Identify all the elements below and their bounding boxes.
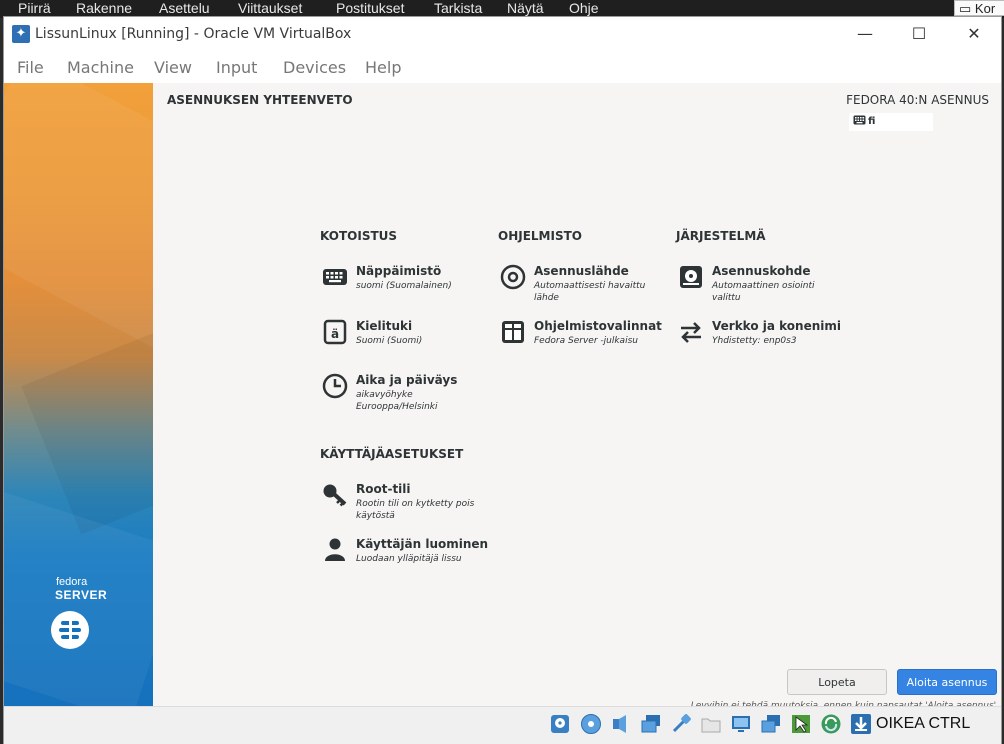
spoke-source-name: Asennuslähde [534,264,629,278]
section-localization: KOTOISTUS [320,229,398,243]
download-icon[interactable] [850,713,872,735]
spoke-user-name: Käyttäjän luominen [356,537,489,551]
menu-file[interactable]: File [17,58,44,77]
section-software: OHJELMISTO [498,229,582,243]
spoke-network-status: Yhdistetty: enp0s3 [712,336,797,346]
product-title: FEDORA 40:N ASENNUS [846,93,989,107]
comment-icon: ▭ [959,1,972,16]
ribbon-tab-asettelu[interactable]: Asettelu [159,0,210,17]
menu-machine[interactable]: Machine [67,58,134,77]
ribbon-tab-rakenne[interactable]: Rakenne [76,0,132,17]
network-arrows-icon [678,319,704,345]
spoke-user-creation[interactable]: Käyttäjän luominen Luodaan ylläpitäjä li… [322,537,492,577]
spoke-destination-name: Asennuskohde [712,264,811,278]
window-titlebar[interactable]: ✦ LissunLinux [Running] - Oracle VM Virt… [4,17,1001,51]
display-icon[interactable] [730,713,752,735]
ribbon-tab-piirra[interactable]: Piirrä [18,0,51,17]
spoke-time-status: aikavyöhyke Eurooppa/Helsinki [356,390,438,412]
spoke-software-name: Ohjelmistovalinnat [534,319,662,333]
spoke-keyboard-status: suomi (Suomalainen) [356,281,452,291]
shared-folders-icon[interactable] [700,713,722,735]
optical-drive-icon[interactable] [580,713,602,735]
keyboard-layout-indicator[interactable]: fi [849,113,933,131]
installer-sidebar: fedora SERVER [4,83,153,706]
window-title: LissunLinux [Running] - Oracle VM Virtua… [35,26,352,42]
virtualbox-window: ✦ LissunLinux [Running] - Oracle VM Virt… [3,16,1002,744]
brand-fedora: fedora [56,576,88,588]
language-icon: ä [322,319,348,345]
package-icon [500,319,526,345]
guest-display[interactable]: fedora SERVER ASENNUKSEN YHTEENVETO FEDO… [4,83,1001,711]
ribbon-tab-postitukset[interactable]: Postitukset [336,0,404,17]
host-key-label: OIKEA CTRL [876,715,971,732]
close-button[interactable]: ✕ [947,17,1001,51]
spoke-user-status: Luodaan ylläpitäjä lissu [356,554,462,564]
disc-icon [500,264,526,290]
keyboard-layout-label: fi [868,116,876,127]
ribbon-tab-nayta[interactable]: Näytä [507,0,544,17]
user-icon [322,537,348,563]
spoke-installation-source[interactable]: Asennuslähde Automaattisesti havaittu lä… [500,264,670,304]
spoke-software-status: Fedora Server -julkaisu [534,336,638,346]
harddisk-icon[interactable] [549,713,571,735]
page-title: ASENNUKSEN YHTEENVETO [167,93,353,107]
spoke-language-name: Kielituki [356,319,413,333]
menu-help[interactable]: Help [365,58,401,77]
minimize-button[interactable]: — [838,17,892,51]
spoke-language[interactable]: ä Kielituki Suomi (Suomi) [322,319,492,359]
menubar: File Machine View Input Devices Help [4,51,1001,83]
begin-installation-button[interactable]: Aloita asennus [897,669,997,695]
menu-view[interactable]: View [154,58,192,77]
maximize-button[interactable]: ☐ [892,17,946,51]
spoke-root-name: Root-tili [356,482,411,496]
spoke-root-status: Rootin tili on kytketty pois käytöstä [356,499,475,521]
spoke-root-account[interactable]: Root-tili Rootin tili on kytketty pois k… [322,482,492,522]
svg-text:ä: ä [331,327,339,341]
spoke-language-status: Suomi (Suomi) [356,336,423,346]
spoke-network-name: Verkko ja konenimi [712,319,841,333]
spoke-software-selection[interactable]: Ohjelmistovalinnat Fedora Server -julkai… [500,319,670,359]
ribbon-tab-ohje[interactable]: Ohje [569,0,599,17]
spoke-keyboard-name: Näppäimistö [356,264,442,278]
spoke-installation-destination[interactable]: Asennuskohde Automaattinen osiointi vali… [678,264,848,304]
spoke-network-hostname[interactable]: Verkko ja konenimi Yhdistetty: enp0s3 [678,319,848,359]
cpu-activity-icon[interactable] [820,713,842,735]
ribbon-tab-viittaukset[interactable]: Viittaukset [238,0,302,17]
keyboard-icon [322,264,348,290]
fedora-server-logo-icon [51,611,89,649]
menu-devices[interactable]: Devices [283,58,346,77]
vm-statusbar: OIKEA CTRL [4,706,1001,744]
section-system: JÄRJESTELMÄ [676,229,766,243]
key-icon [322,482,348,508]
virtualbox-app-icon: ✦ [12,25,30,43]
audio-icon[interactable] [610,713,632,735]
clock-icon [322,373,348,399]
section-user-settings: KÄYTTÄJÄASETUKSET [320,447,464,461]
comments-button[interactable]: ▭ Kor [954,0,1004,16]
harddisk-icon [678,264,704,290]
keyboard-icon [853,115,866,128]
network-icon[interactable] [640,713,662,735]
spoke-source-status: Automaattisesti havaittu lähde [534,281,646,303]
spoke-time-date[interactable]: Aika ja päiväys aikavyöhyke Eurooppa/Hel… [322,373,492,413]
brand-server: SERVER [55,588,108,602]
recording-icon[interactable] [760,713,782,735]
comments-label: Kor [974,1,996,16]
ribbon-tab-tarkista[interactable]: Tarkista [434,0,482,17]
quit-button[interactable]: Lopeta [787,669,887,695]
spoke-time-name: Aika ja päiväys [356,373,458,387]
spoke-destination-status: Automaattinen osiointi valittu [712,281,815,303]
menu-input[interactable]: Input [216,58,257,77]
spoke-keyboard[interactable]: Näppäimistö suomi (Suomalainen) [322,264,492,304]
usb-icon[interactable] [670,713,692,735]
mouse-integration-icon[interactable] [790,713,812,735]
